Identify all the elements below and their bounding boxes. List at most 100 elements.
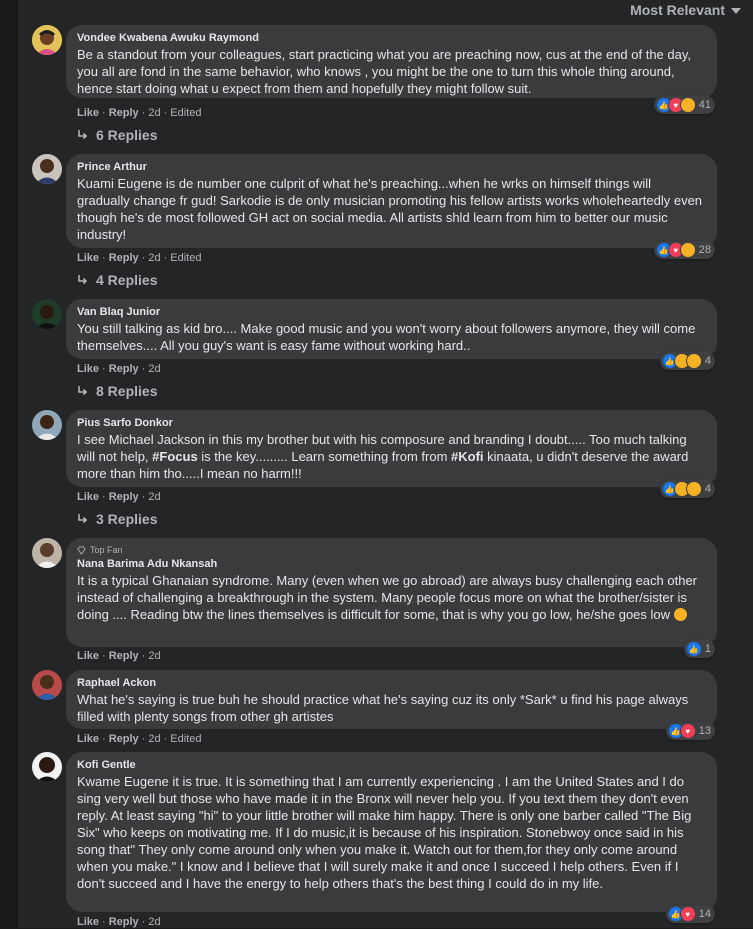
comment-text: Kwame Eugene it is true. It is something… bbox=[77, 774, 692, 891]
like-button[interactable]: Like bbox=[77, 362, 99, 376]
comment-time[interactable]: 2d bbox=[148, 915, 160, 929]
replies-count: 8 Replies bbox=[96, 383, 158, 399]
comment-actions: Like · Reply · 2d · Edited bbox=[77, 251, 202, 265]
reply-button[interactable]: Reply bbox=[109, 915, 139, 929]
comment-time[interactable]: 2d bbox=[148, 732, 160, 746]
comment-time[interactable]: 2d bbox=[148, 251, 160, 265]
reply-button[interactable]: Reply bbox=[109, 732, 139, 746]
comment-actions: Like · Reply · 2d · Edited bbox=[77, 106, 202, 120]
replies-count: 6 Replies bbox=[96, 127, 158, 143]
comment-author[interactable]: Kofi Gentle bbox=[77, 758, 706, 772]
reaction-count: 4 bbox=[704, 355, 711, 367]
reaction-count: 1 bbox=[704, 643, 711, 655]
most-relevant-filter[interactable]: Most Relevant bbox=[630, 0, 741, 20]
avatar[interactable] bbox=[32, 670, 62, 700]
love-icon: ♥ bbox=[679, 723, 696, 739]
avatar[interactable] bbox=[32, 538, 62, 568]
comment-bubble: Kofi Gentle Kwame Eugene it is true. It … bbox=[66, 752, 717, 912]
comment-bubble: Top Fan Nana Barima Adu Nkansah It is a … bbox=[66, 538, 717, 647]
like-button[interactable]: Like bbox=[77, 106, 99, 120]
comment-author[interactable]: Van Blaq Junior bbox=[77, 305, 706, 319]
comment-text: Kuami Eugene is de number one culprit of… bbox=[77, 176, 703, 242]
comment-author[interactable]: Pius Sarfo Donkor bbox=[77, 416, 706, 430]
comment-text: I see Michael Jackson in this my brother… bbox=[77, 431, 706, 482]
hashtag-kofi-link[interactable]: #Kofi bbox=[451, 449, 484, 464]
comment-text: Be a standout from your colleagues, star… bbox=[77, 47, 692, 96]
love-icon: ♥ bbox=[679, 906, 696, 922]
reaction-summary[interactable]: 👍 ♥ 28 bbox=[653, 241, 715, 259]
comment-actions: Like · Reply · 2d bbox=[77, 490, 161, 504]
comment-bubble: Van Blaq Junior You still talking as kid… bbox=[66, 299, 717, 359]
reaction-summary[interactable]: 👍 1 bbox=[683, 640, 715, 658]
top-fan-badge: Top Fan bbox=[77, 544, 706, 556]
replies-count: 4 Replies bbox=[96, 272, 158, 288]
edited-label: Edited bbox=[170, 107, 202, 119]
comment-bubble: Raphael Ackon What he's saying is true b… bbox=[66, 670, 717, 729]
like-icon: 👍 bbox=[685, 641, 702, 657]
comment-actions: Like · Reply · 2d bbox=[77, 649, 161, 663]
caret-down-icon bbox=[731, 8, 741, 14]
haha-icon bbox=[685, 481, 702, 497]
reaction-count: 28 bbox=[698, 244, 711, 256]
comment-time[interactable]: 2d bbox=[148, 362, 160, 376]
comment-author[interactable]: Nana Barima Adu Nkansah bbox=[77, 557, 706, 571]
comment-actions: Like · Reply · 2d · Edited bbox=[77, 732, 202, 746]
comment-time[interactable]: 2d bbox=[148, 106, 160, 120]
reaction-count: 13 bbox=[698, 725, 711, 737]
avatar[interactable] bbox=[32, 299, 62, 329]
comment-actions: Like · Reply · 2d bbox=[77, 362, 161, 376]
comment-text-part: is the key......... Learn something from… bbox=[197, 449, 452, 464]
comment-time[interactable]: 2d bbox=[148, 490, 160, 504]
haha-icon bbox=[679, 97, 696, 113]
like-button[interactable]: Like bbox=[77, 649, 99, 663]
reply-arrow-icon bbox=[78, 514, 88, 524]
reply-arrow-icon bbox=[78, 386, 88, 396]
reaction-summary[interactable]: 👍 ♥ 13 bbox=[665, 722, 715, 740]
edited-label: Edited bbox=[170, 252, 202, 264]
avatar[interactable] bbox=[32, 410, 62, 440]
view-replies-button[interactable]: 8 Replies bbox=[77, 383, 157, 399]
reaction-count: 41 bbox=[698, 99, 711, 111]
reaction-count: 14 bbox=[698, 908, 711, 920]
comments-panel: Most Relevant Vondee Kwabena Awuku Raymo… bbox=[18, 0, 753, 928]
haha-icon bbox=[679, 242, 696, 258]
reaction-count: 4 bbox=[704, 483, 711, 495]
edited-label: Edited bbox=[170, 733, 202, 745]
reply-button[interactable]: Reply bbox=[109, 251, 139, 265]
reaction-summary[interactable]: 👍 4 bbox=[659, 480, 715, 498]
reply-button[interactable]: Reply bbox=[109, 106, 139, 120]
reply-button[interactable]: Reply bbox=[109, 490, 139, 504]
grinning-emoji-icon bbox=[673, 608, 687, 621]
replies-count: 3 Replies bbox=[96, 511, 158, 527]
avatar[interactable] bbox=[32, 25, 62, 55]
view-replies-button[interactable]: 6 Replies bbox=[77, 127, 157, 143]
view-replies-button[interactable]: 4 Replies bbox=[77, 272, 157, 288]
comment-author[interactable]: Vondee Kwabena Awuku Raymond bbox=[77, 31, 706, 45]
reply-button[interactable]: Reply bbox=[109, 649, 139, 663]
reply-button[interactable]: Reply bbox=[109, 362, 139, 376]
view-replies-button[interactable]: 3 Replies bbox=[77, 511, 157, 527]
diamond-icon bbox=[77, 545, 86, 555]
top-fan-label: Top Fan bbox=[90, 545, 123, 555]
reply-arrow-icon bbox=[78, 130, 88, 140]
comment-bubble: Pius Sarfo Donkor I see Michael Jackson … bbox=[66, 410, 717, 487]
sort-label: Most Relevant bbox=[630, 2, 725, 18]
comment-time[interactable]: 2d bbox=[148, 649, 160, 663]
comment-author[interactable]: Raphael Ackon bbox=[77, 676, 706, 690]
reaction-summary[interactable]: 👍 ♥ 14 bbox=[665, 905, 715, 923]
reaction-summary[interactable]: 👍 4 bbox=[659, 352, 715, 370]
avatar[interactable] bbox=[32, 154, 62, 184]
avatar[interactable] bbox=[32, 752, 62, 782]
like-button[interactable]: Like bbox=[77, 915, 99, 929]
like-button[interactable]: Like bbox=[77, 251, 99, 265]
comment-actions: Like · Reply · 2d bbox=[77, 915, 161, 929]
haha-icon bbox=[685, 353, 702, 369]
comment-text-body: It is a typical Ghanaian syndrome. Many … bbox=[77, 573, 698, 622]
reaction-summary[interactable]: 👍 ♥ 41 bbox=[653, 96, 715, 114]
like-button[interactable]: Like bbox=[77, 490, 99, 504]
hashtag-focus-link[interactable]: #Focus bbox=[152, 449, 198, 464]
reply-arrow-icon bbox=[78, 275, 88, 285]
comment-bubble: Prince Arthur Kuami Eugene is de number … bbox=[66, 154, 717, 248]
comment-author[interactable]: Prince Arthur bbox=[77, 160, 706, 174]
like-button[interactable]: Like bbox=[77, 732, 99, 746]
